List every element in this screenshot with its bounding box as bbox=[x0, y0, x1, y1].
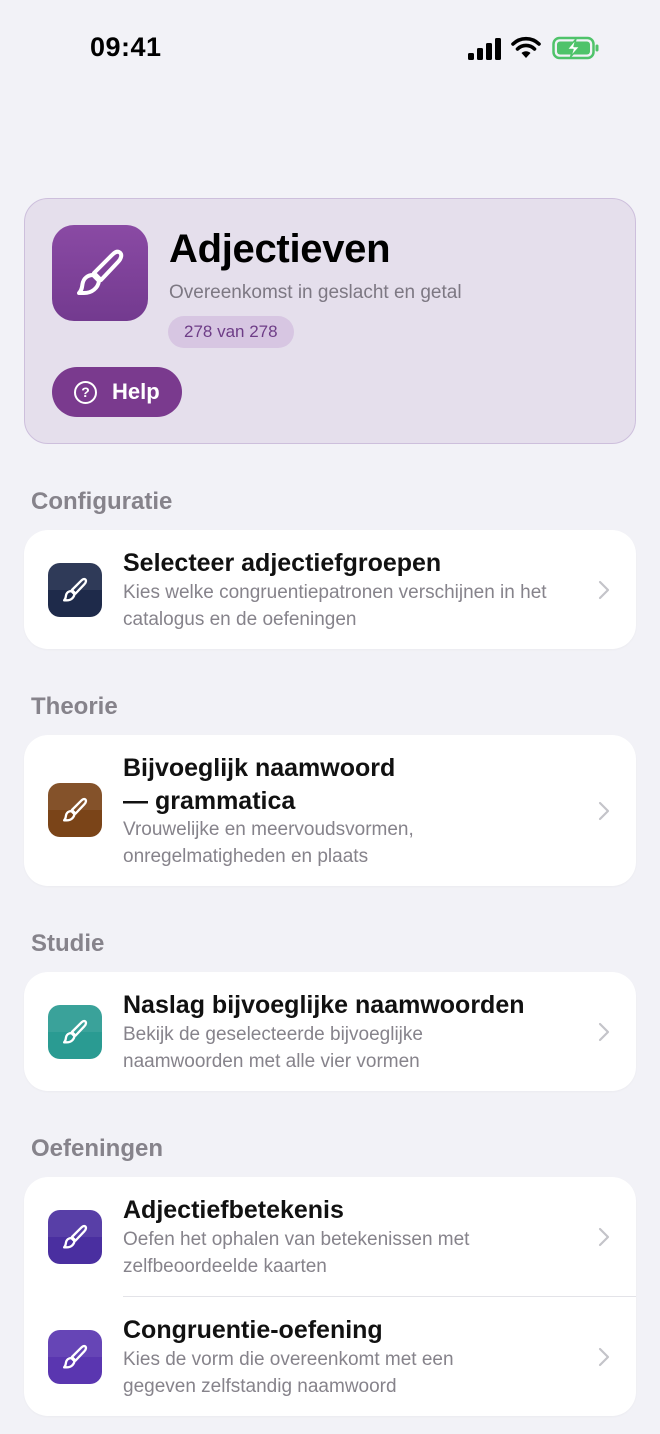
wifi-icon bbox=[511, 36, 541, 58]
count-badge: 278 van 278 bbox=[168, 316, 294, 348]
paintbrush-icon bbox=[77, 249, 124, 295]
row-description: Bekijk de geselecteerde bijvoeglijke naa… bbox=[123, 1024, 423, 1072]
row-title: Congruentie-oefening bbox=[123, 1316, 383, 1344]
paintbrush-icon bbox=[62, 577, 88, 602]
row-title: Naslag bijvoeglijke naamwoorden bbox=[123, 991, 525, 1019]
list-item-agreement-exercise[interactable]: Congruentie-oefening Kies de vorm die ov… bbox=[24, 1297, 636, 1416]
row-title: Bijvoeglijk naamwoord — grammatica bbox=[123, 754, 396, 815]
help-button[interactable]: ? Help bbox=[52, 367, 182, 417]
row-icon-tile bbox=[48, 1330, 102, 1384]
row-icon-tile bbox=[48, 783, 102, 837]
page-subtitle: Overeenkomst in geslacht en getal bbox=[169, 282, 462, 303]
study-card: Naslag bijvoeglijke naamwoorden Bekijk d… bbox=[24, 972, 636, 1091]
chevron-right-icon bbox=[598, 1022, 610, 1042]
battery-icon bbox=[552, 36, 599, 60]
topic-icon bbox=[52, 225, 148, 321]
chevron-right-icon bbox=[598, 801, 610, 821]
row-icon-tile bbox=[48, 1210, 102, 1264]
chevron-right-icon bbox=[598, 1227, 610, 1247]
status-bar: 09:41 bbox=[0, 0, 660, 96]
row-title: Adjectiefbetekenis bbox=[123, 1196, 344, 1224]
list-item-adjective-grammar[interactable]: Bijvoeglijk naamwoord — grammatica Vrouw… bbox=[24, 735, 636, 886]
paintbrush-icon bbox=[62, 1019, 88, 1044]
row-description: Kies welke congruentiepatronen verschijn… bbox=[123, 582, 547, 630]
row-title: Selecteer adjectiefgroepen bbox=[123, 549, 442, 577]
section-header-study: Studie bbox=[31, 930, 105, 957]
exercises-card: Adjectiefbetekenis Oefen het ophalen van… bbox=[24, 1177, 636, 1416]
list-item-adjective-reference[interactable]: Naslag bijvoeglijke naamwoorden Bekijk d… bbox=[24, 972, 636, 1091]
row-icon-tile bbox=[48, 563, 102, 617]
row-icon-tile bbox=[48, 1005, 102, 1059]
help-button-label: Help bbox=[112, 379, 160, 404]
row-description: Kies de vorm die overeenkomt met een geg… bbox=[123, 1349, 454, 1397]
paintbrush-icon bbox=[62, 1224, 88, 1249]
page-title: Adjectieven bbox=[169, 227, 391, 271]
list-item-adjective-meaning[interactable]: Adjectiefbetekenis Oefen het ophalen van… bbox=[24, 1177, 636, 1296]
row-description: Vrouwelijke en meervoudsvormen, onregelm… bbox=[123, 819, 414, 867]
section-header-exercises: Oefeningen bbox=[31, 1135, 164, 1162]
section-header-theory: Theorie bbox=[31, 693, 118, 720]
paintbrush-icon bbox=[62, 1344, 88, 1369]
chevron-right-icon bbox=[598, 1347, 610, 1367]
paintbrush-icon bbox=[62, 797, 88, 822]
section-header-configuration: Configuratie bbox=[31, 488, 173, 515]
row-description: Oefen het ophalen van betekenissen met z… bbox=[123, 1229, 470, 1277]
configuration-card: Selecteer adjectiefgroepen Kies welke co… bbox=[24, 530, 636, 649]
chevron-right-icon bbox=[598, 580, 610, 600]
signal-icon bbox=[468, 38, 501, 60]
status-time: 09:41 bbox=[90, 32, 162, 62]
theory-card: Bijvoeglijk naamwoord — grammatica Vrouw… bbox=[24, 735, 636, 886]
question-circle-icon: ? bbox=[74, 380, 97, 404]
topic-header-card: Adjectieven Overeenkomst in geslacht en … bbox=[24, 198, 636, 444]
list-item-select-adjective-groups[interactable]: Selecteer adjectiefgroepen Kies welke co… bbox=[24, 530, 636, 649]
